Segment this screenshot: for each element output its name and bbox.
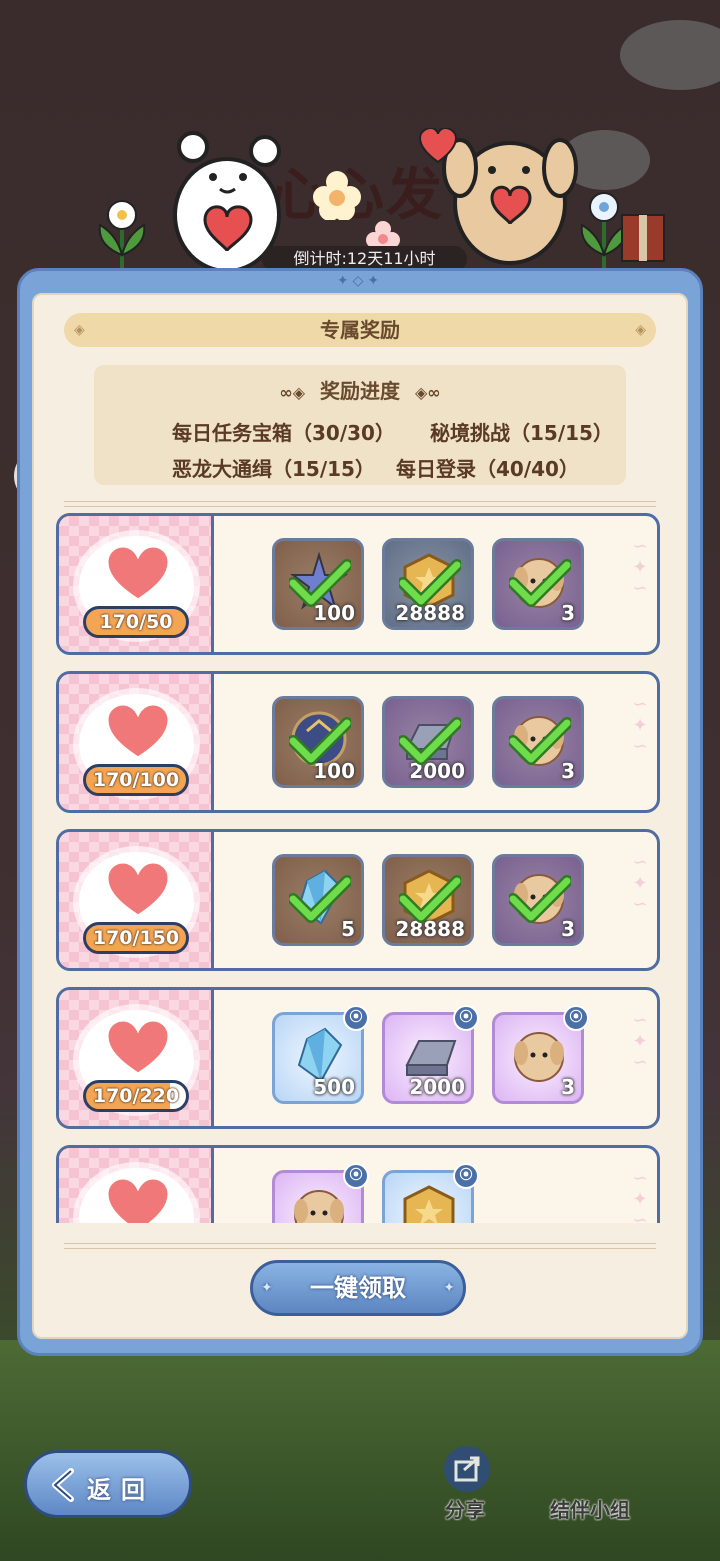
heart-icon <box>105 860 171 918</box>
panel-ornament-icon: ✦◇✦ <box>336 273 384 289</box>
back-arrow-icon <box>52 1468 74 1502</box>
reward-panel-content: ◈ 专属奖励 ◈ ∞◈ 奖励进度 ◈∞ 每日任务宝箱（30/30） 秘境挑战（1… <box>32 293 688 1339</box>
tier-ornament-icon: ∽ ✦ ∽ <box>632 694 648 757</box>
progress-item: 秘境挑战（15/15） <box>430 421 613 445</box>
reward-progress-heading: ∞◈ 奖励进度 ◈∞ <box>94 375 626 404</box>
panel-title: 专属奖励 <box>320 318 400 342</box>
lock-icon: ⦿ <box>563 1005 589 1031</box>
claimed-check-icon <box>399 717 461 765</box>
tier-progress-badge: 170/50 <box>83 606 189 638</box>
reward-item[interactable]: 28888 <box>382 854 474 946</box>
reward-progress-box: ∞◈ 奖励进度 ◈∞ 每日任务宝箱（30/30） 秘境挑战（15/15） 恶龙大… <box>94 365 626 485</box>
tier-ornament-icon: ∽ ✦ ∽ <box>632 1010 648 1073</box>
heart-icon <box>105 702 171 760</box>
share-icon <box>454 1456 480 1482</box>
lock-icon: ⦿ <box>343 1163 369 1189</box>
reward-tier-list[interactable]: 170/50 100 28888 3 ∽ ✦ ∽ 170/100 100 2000 3 ∽ ✦ ∽ 170/… <box>46 513 674 1223</box>
tier-ornament-icon: ∽ ✦ ∽ <box>632 852 648 915</box>
reward-quantity: 500 <box>313 1075 355 1099</box>
reward-item[interactable]: 100 <box>272 696 364 788</box>
lock-icon: ⦿ <box>453 1163 479 1189</box>
reward-tier-row: 170/220 500 ⦿ 2000 ⦿ 3 ⦿ ∽ ✦ ∽ <box>56 987 660 1129</box>
gold-coin-icon <box>403 1185 455 1223</box>
ornament-right-icon: ◈∞ <box>414 383 441 402</box>
progress-item: 恶龙大通缉（15/15） <box>172 457 375 481</box>
reward-tier-row: 170/150 5 28888 3 ∽ ✦ ∽ <box>56 829 660 971</box>
ornament-left-icon: ∞◈ <box>279 383 306 402</box>
divider <box>64 501 656 507</box>
reward-item[interactable]: 500 ⦿ <box>272 1005 369 1104</box>
tier-progress-badge: 170/150 <box>83 922 189 954</box>
reward-item[interactable]: 3 <box>492 696 584 788</box>
gift-box-icon <box>621 214 665 262</box>
tier-progress-badge: 170/100 <box>83 764 189 796</box>
back-button[interactable]: 返回 <box>24 1450 192 1518</box>
reward-tier-row: 170/100 100 2000 3 ∽ ✦ ∽ <box>56 671 660 813</box>
claimed-check-icon <box>399 559 461 607</box>
reward-item[interactable]: 100 <box>272 538 364 630</box>
claimed-check-icon <box>289 559 351 607</box>
tier-ornament-icon: ∽ ✦ ∽ <box>632 536 648 599</box>
heart-icon <box>105 1018 171 1076</box>
tier-requirement: 170/220 <box>59 990 214 1126</box>
flower-decoration-icon <box>313 171 361 220</box>
tier-progress-badge: 170/220 <box>83 1080 189 1112</box>
reward-item[interactable]: 3 <box>492 854 584 946</box>
heart-decoration-icon <box>418 128 458 164</box>
ornament-left-icon: ◈ <box>74 322 85 338</box>
lock-icon: ⦿ <box>343 1005 369 1031</box>
claimed-check-icon <box>509 875 571 923</box>
progress-item: 每日登录（40/40） <box>396 457 579 481</box>
reward-progress-title: 奖励进度 <box>320 379 400 403</box>
puppy-avatar-icon <box>294 1190 344 1223</box>
puppy-avatar-icon <box>514 1032 564 1082</box>
background-cloud <box>620 20 720 90</box>
heart-icon <box>105 1176 171 1223</box>
reward-item[interactable]: 2000 <box>382 696 474 788</box>
claimed-check-icon <box>509 559 571 607</box>
reward-item[interactable]: 3 <box>492 538 584 630</box>
reward-tier-row: 170/50 100 28888 3 ∽ ✦ ∽ <box>56 513 660 655</box>
progress-item: 每日任务宝箱（30/30） <box>172 421 395 445</box>
panel-title-bar: ◈ 专属奖励 ◈ <box>64 313 656 347</box>
reward-tier-row: ⦿ ⦿ ∽ ✦ ∽ <box>56 1145 660 1223</box>
tier-requirement: 170/100 <box>59 674 214 810</box>
ornament-right-icon: ◈ <box>635 322 646 338</box>
claimed-check-icon <box>509 717 571 765</box>
reward-item[interactable]: 3 ⦿ <box>492 1005 589 1104</box>
share-button[interactable] <box>444 1446 490 1492</box>
claimed-check-icon <box>289 717 351 765</box>
reward-item[interactable]: ⦿ <box>272 1163 369 1223</box>
claimed-check-icon <box>289 875 351 923</box>
tier-requirement <box>59 1148 214 1223</box>
claimed-check-icon <box>399 875 461 923</box>
tier-ornament-icon: ∽ ✦ ∽ <box>632 1168 648 1223</box>
partner-group-button[interactable]: 结伴小组 <box>550 1494 630 1523</box>
share-label[interactable]: 分享 <box>445 1494 485 1523</box>
tier-requirement: 170/150 <box>59 832 214 968</box>
tier-requirement: 170/50 <box>59 516 214 652</box>
lock-icon: ⦿ <box>453 1005 479 1031</box>
divider <box>64 1243 656 1249</box>
reward-item[interactable]: 2000 ⦿ <box>382 1005 479 1104</box>
reward-quantity: 2000 <box>409 1075 465 1099</box>
claim-all-button[interactable]: ✦ 一键领取 ✦ <box>250 1260 466 1316</box>
reward-item[interactable]: ⦿ <box>382 1163 479 1223</box>
ornament-right-icon: ✦ <box>443 1280 455 1296</box>
flower-plant-icon <box>98 200 146 270</box>
claim-all-label: 一键领取 <box>310 1274 406 1302</box>
reward-panel: ✦◇✦ ◈ 专属奖励 ◈ ∞◈ 奖励进度 ◈∞ 每日任务宝箱（30/30） 秘境… <box>17 268 703 1356</box>
reward-quantity: 3 <box>561 1075 575 1099</box>
heart-icon <box>105 544 171 602</box>
back-label: 返回 <box>87 1476 155 1504</box>
reward-item[interactable]: 5 <box>272 854 364 946</box>
ornament-left-icon: ✦ <box>261 1280 273 1296</box>
reward-item[interactable]: 28888 <box>382 538 474 630</box>
